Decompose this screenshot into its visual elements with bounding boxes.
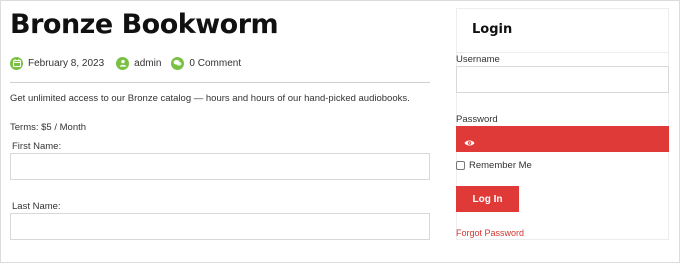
log-in-button[interactable]: Log In [456, 186, 519, 212]
username-input[interactable] [456, 66, 669, 93]
post-date-text[interactable]: February 8, 2023 [28, 58, 104, 69]
post-date: February 8, 2023 [10, 56, 116, 70]
username-label: Username [456, 54, 500, 65]
post-meta: February 8, 2023 admin 0 Comment [10, 55, 241, 71]
post-comments: 0 Comment [171, 56, 241, 70]
remember-me-checkbox[interactable] [456, 161, 465, 170]
post-author-link[interactable]: admin [134, 58, 161, 69]
comment-icon [171, 56, 185, 70]
calendar-icon [10, 56, 23, 70]
post-comments-link[interactable]: 0 Comment [189, 58, 241, 69]
post-title: Bronze Bookworm [10, 9, 279, 40]
first-name-label: First Name: [12, 141, 62, 152]
login-widget-header: Login [457, 9, 668, 53]
last-name-label: Last Name: [12, 201, 61, 212]
password-label: Password [456, 114, 498, 125]
title-divider [10, 82, 430, 83]
user-icon [116, 56, 130, 70]
post-intro: Get unlimited access to our Bronze catal… [10, 93, 410, 104]
first-name-input[interactable] [10, 153, 430, 180]
membership-terms: Terms: $5 / Month [10, 122, 87, 133]
post-author: admin [116, 56, 171, 70]
login-title: Login [472, 22, 513, 37]
forgot-password-link[interactable]: Forgot Password [456, 228, 524, 238]
remember-me[interactable]: Remember Me [456, 160, 532, 171]
password-input[interactable] [456, 126, 669, 152]
remember-me-label[interactable]: Remember Me [469, 160, 532, 171]
last-name-input[interactable] [10, 213, 430, 240]
eye-icon[interactable] [464, 134, 475, 152]
